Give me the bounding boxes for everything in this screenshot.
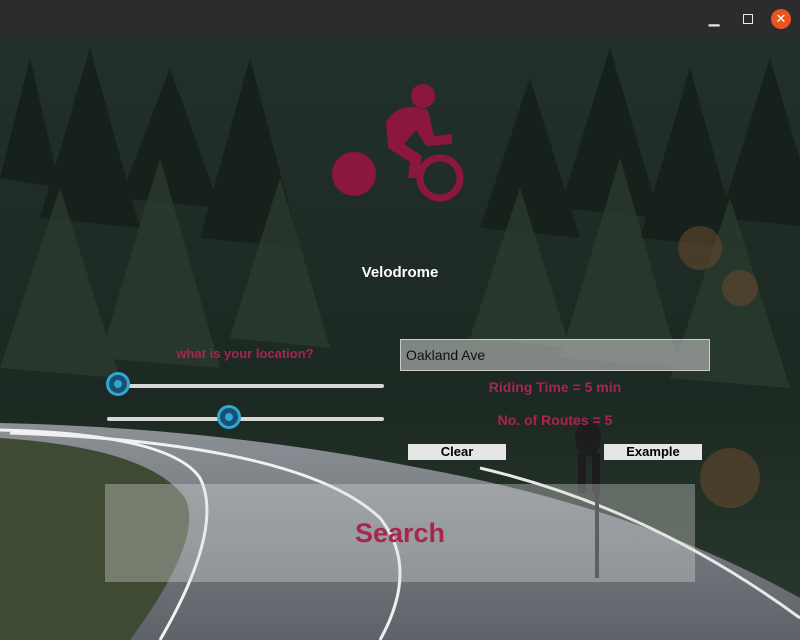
cyclist-icon [332, 84, 464, 202]
slider-track [107, 384, 384, 388]
riding-time-readout: Riding Time = 5 min [488, 379, 622, 395]
riding-time-slider[interactable] [106, 371, 384, 401]
location-label: what is your location? [176, 346, 314, 361]
title-bar: ▁ ✕ [0, 0, 800, 38]
routes-readout: No. of Routes = 5 [497, 412, 613, 428]
app-window: ▁ ✕ Velodrome what is your location? Oak… [0, 0, 800, 640]
example-button[interactable]: Example [604, 444, 702, 460]
slider-handle[interactable] [106, 372, 131, 396]
routes-slider[interactable] [107, 404, 384, 434]
slider-track [107, 417, 384, 421]
search-button[interactable]: Search [105, 484, 695, 582]
app-title: Velodrome [361, 264, 439, 281]
close-icon[interactable]: ✕ [771, 9, 791, 29]
slider-handle[interactable] [216, 405, 241, 429]
minimize-icon[interactable]: ▁ [703, 8, 725, 30]
maximize-icon[interactable] [737, 8, 759, 30]
location-input[interactable] [400, 339, 710, 371]
clear-button[interactable]: Clear [408, 444, 506, 460]
